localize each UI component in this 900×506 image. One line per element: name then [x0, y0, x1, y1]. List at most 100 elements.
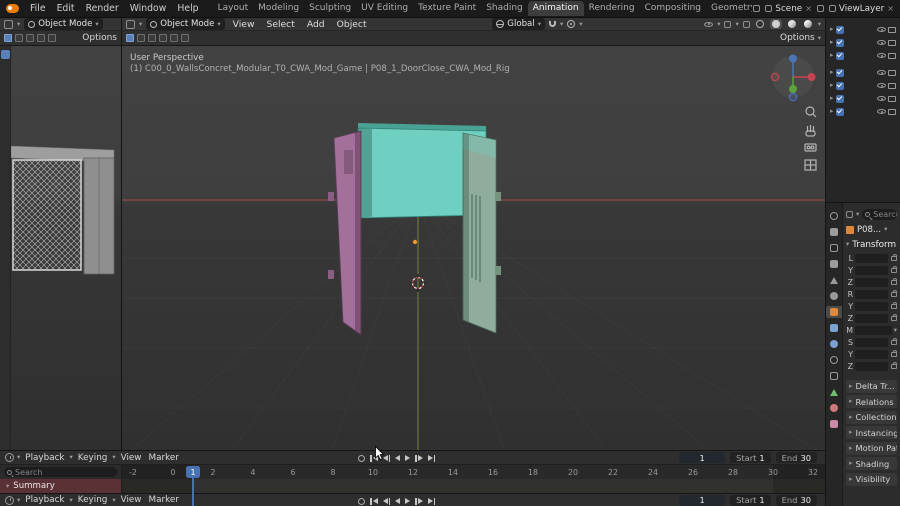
- menu-marker[interactable]: Marker: [147, 495, 181, 505]
- shading-material-toggle[interactable]: [786, 19, 798, 29]
- next-keyframe-button[interactable]: [415, 497, 423, 505]
- lock-icon[interactable]: [891, 349, 897, 357]
- outliner-row[interactable]: ▸: [828, 66, 898, 79]
- outliner-row[interactable]: ▸: [828, 36, 898, 49]
- section-instancing[interactable]: ▸ Instancing: [846, 426, 897, 439]
- collection-checkbox[interactable]: [835, 25, 844, 34]
- mode-selector[interactable]: Object Mode ▾: [146, 18, 225, 30]
- tool-slot-icon[interactable]: [137, 34, 145, 42]
- channel-search-input[interactable]: Search: [4, 467, 117, 477]
- location-z-field[interactable]: [855, 277, 888, 287]
- lock-icon[interactable]: [891, 289, 897, 297]
- ruler-track[interactable]: -2 0 2 4 6 8 10 12 14 16 18 20 22 24 26 …: [122, 465, 825, 479]
- menu-playback[interactable]: Playback: [23, 495, 66, 505]
- properties-editor-icon[interactable]: [846, 210, 853, 218]
- play-reverse-button[interactable]: [395, 455, 400, 461]
- proportional-edit-icon[interactable]: [567, 20, 576, 28]
- lock-icon[interactable]: [891, 361, 897, 369]
- start-frame-field[interactable]: Start 1: [730, 452, 771, 463]
- menu-edit[interactable]: Edit: [52, 2, 80, 15]
- transform-orientation-selector[interactable]: Global ▾: [492, 18, 545, 30]
- menu-select[interactable]: Select: [262, 19, 298, 30]
- end-frame-field[interactable]: End 30: [775, 452, 817, 463]
- rotation-mode-select[interactable]: [855, 325, 892, 335]
- current-frame-field[interactable]: 1: [679, 452, 726, 463]
- timeline-ruler[interactable]: Search -2 0 2 4 6 8 10 12 14 16 18 20 22…: [0, 465, 825, 479]
- lock-icon[interactable]: [891, 253, 897, 261]
- outliner-row[interactable]: ▸: [828, 49, 898, 62]
- disable-viewport-icon[interactable]: [888, 52, 896, 59]
- wall-model[interactable]: [328, 123, 501, 336]
- start-frame-field[interactable]: Start 1: [730, 494, 771, 506]
- collection-checkbox[interactable]: [835, 38, 844, 47]
- disable-viewport-icon[interactable]: [888, 82, 896, 89]
- expand-chevron-icon[interactable]: ▸: [830, 69, 834, 76]
- scale-z-field[interactable]: [855, 361, 888, 371]
- shading-wireframe-toggle[interactable]: [754, 19, 766, 29]
- menu-render[interactable]: Render: [81, 2, 124, 15]
- scene-selector[interactable]: Scene ×: [765, 4, 812, 14]
- section-collections[interactable]: ▸ Collection: [846, 410, 897, 424]
- tab-material[interactable]: [826, 402, 842, 414]
- tab-output[interactable]: [826, 242, 842, 254]
- editor-type-icon[interactable]: [4, 19, 13, 29]
- tab-object[interactable]: [826, 306, 842, 318]
- tab-scene[interactable]: [826, 274, 842, 286]
- section-relations[interactable]: ▸ Relations: [846, 395, 897, 408]
- expand-chevron-icon[interactable]: ▸: [830, 108, 834, 115]
- section-visibility[interactable]: ▸ Visibility: [846, 472, 897, 486]
- show-gizmo-icon[interactable]: [704, 21, 714, 27]
- toggle-ortho-icon[interactable]: [804, 159, 817, 171]
- menu-add[interactable]: Add: [303, 19, 329, 30]
- menu-help[interactable]: Help: [172, 2, 203, 15]
- current-frame-line[interactable]: [192, 478, 194, 506]
- menu-view[interactable]: View: [229, 19, 259, 30]
- rotation-y-field[interactable]: [855, 301, 888, 311]
- jump-to-end-button[interactable]: [427, 497, 435, 505]
- tab-modifiers[interactable]: [826, 322, 842, 334]
- hide-eye-icon[interactable]: [877, 53, 886, 58]
- play-button[interactable]: [405, 455, 410, 461]
- tab-texture[interactable]: [826, 418, 842, 430]
- next-keyframe-button[interactable]: [415, 454, 423, 462]
- tab-physics[interactable]: [826, 354, 842, 366]
- expand-chevron-icon[interactable]: ▸: [830, 52, 834, 59]
- properties-breadcrumb[interactable]: P08... ▾: [846, 222, 897, 237]
- object-origin-dot[interactable]: [412, 239, 418, 245]
- tool-slot-icon[interactable]: [26, 34, 34, 42]
- hide-eye-icon[interactable]: [877, 27, 886, 32]
- workspace-tab-rendering[interactable]: Rendering: [584, 1, 640, 16]
- current-frame-field[interactable]: 1: [679, 494, 726, 506]
- lock-icon[interactable]: [891, 301, 897, 309]
- outliner-row[interactable]: ▸: [828, 92, 898, 105]
- lock-icon[interactable]: [891, 277, 897, 285]
- tab-constraints[interactable]: [826, 370, 842, 382]
- viewport-canvas[interactable]: User Perspective (1) C00_0_WallsConcret_…: [122, 46, 825, 450]
- camera-view-icon[interactable]: [804, 143, 817, 152]
- location-x-field[interactable]: [855, 253, 888, 263]
- menu-keying[interactable]: Keying: [76, 453, 110, 463]
- rotation-z-field[interactable]: [855, 313, 888, 323]
- tab-world[interactable]: [826, 290, 842, 302]
- lock-icon[interactable]: [891, 313, 897, 321]
- mode-selector[interactable]: Object Mode ▾: [24, 18, 103, 30]
- outliner-row[interactable]: ▸: [828, 23, 898, 36]
- current-frame-marker[interactable]: 1: [186, 466, 200, 478]
- tool-slot-icon[interactable]: [148, 34, 156, 42]
- tool-slot-icon[interactable]: [48, 34, 56, 42]
- menu-window[interactable]: Window: [125, 2, 172, 15]
- hide-eye-icon[interactable]: [877, 109, 886, 114]
- collection-checkbox[interactable]: [835, 68, 844, 77]
- workspace-tab-texture-paint[interactable]: Texture Paint: [413, 1, 481, 16]
- zoom-icon[interactable]: [805, 106, 817, 118]
- workspace-tab-shading[interactable]: Shading: [481, 1, 528, 16]
- menu-object[interactable]: Object: [333, 19, 371, 30]
- end-frame-field[interactable]: End 30: [775, 494, 817, 506]
- auto-keying-icon[interactable]: [358, 454, 365, 462]
- select-tool-icon[interactable]: [1, 50, 10, 59]
- jump-to-end-button[interactable]: [427, 454, 435, 462]
- collection-checkbox[interactable]: [835, 81, 844, 90]
- navigation-gizmo[interactable]: [770, 54, 816, 102]
- outliner-row[interactable]: ▸: [828, 79, 898, 92]
- play-reverse-button[interactable]: [395, 498, 400, 504]
